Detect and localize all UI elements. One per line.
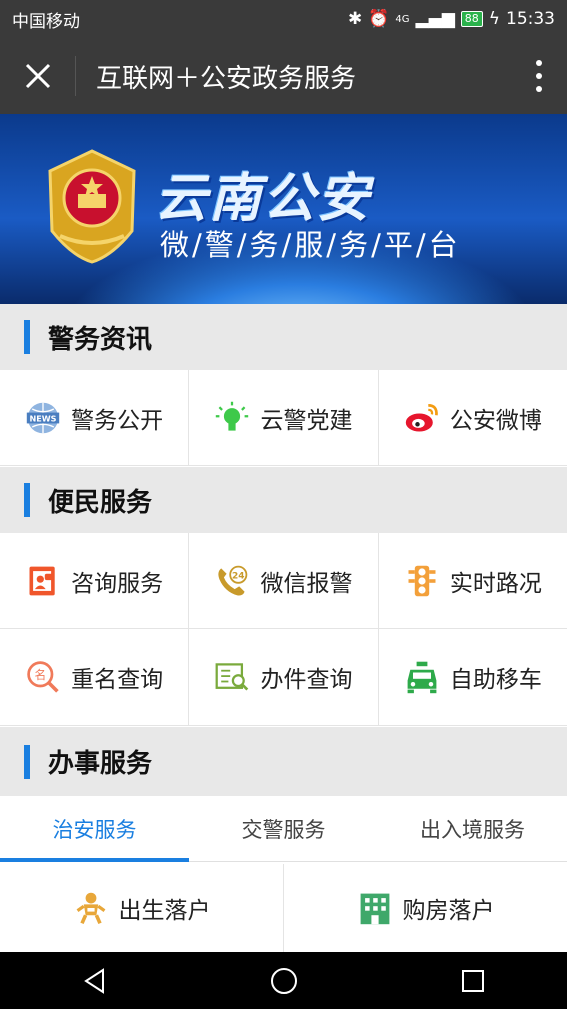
back-triangle-icon xyxy=(83,967,104,994)
title-bar: 互联网＋公安政务服务 xyxy=(0,38,567,114)
menu-item-label: 出生落户 xyxy=(118,898,211,924)
section-accent-bar xyxy=(24,320,30,354)
menu-item-label: 公安微博 xyxy=(449,407,542,434)
menu-item-wechat-alarm[interactable]: 24 微信报警 xyxy=(189,533,379,628)
lightbulb-icon xyxy=(216,401,249,431)
news-badge: NEWS xyxy=(30,413,57,423)
police-emblem-icon xyxy=(48,149,136,264)
menu-item-label: 咨询服务 xyxy=(71,570,164,597)
section-title: 警务资讯 xyxy=(48,324,153,355)
carrier-name: 中国移动 xyxy=(12,11,80,32)
menu-item-name-search[interactable]: 名 重名查询 xyxy=(0,629,190,725)
menu-item-label: 云警党建 xyxy=(260,407,353,434)
menu-item-label: 办件查询 xyxy=(260,667,353,693)
tab-exit-entry[interactable]: 出入境服务 xyxy=(378,796,567,861)
car-icon xyxy=(407,661,437,694)
home-circle-icon xyxy=(270,967,297,994)
tab-public-security[interactable]: 治安服务 xyxy=(0,796,189,862)
back-button[interactable] xyxy=(65,961,125,1001)
name-search-icon: 名 xyxy=(27,661,59,693)
clock: 15:33 xyxy=(506,9,555,29)
menu-item-police-weibo[interactable]: 公安微博 xyxy=(379,370,567,465)
hero-banner: 云南公安 微/警/务/服/务/平/台 xyxy=(0,114,567,304)
weibo-icon xyxy=(405,403,438,431)
menu-item-label: 购房落户 xyxy=(402,898,495,924)
section-header-affairs: 办事服务 xyxy=(0,727,567,796)
name-badge: 名 xyxy=(35,668,47,682)
section-accent-bar xyxy=(24,483,30,517)
menu-item-label: 微信报警 xyxy=(260,570,353,597)
page-title: 互联网＋公安政务服务 xyxy=(96,63,357,94)
signal-icon: ▂▄▆ xyxy=(415,9,455,29)
menu-item-house-registration[interactable]: 购房落户 xyxy=(284,864,567,952)
more-dot-icon xyxy=(536,60,542,66)
more-menu-button[interactable] xyxy=(511,60,567,92)
phone-badge: 24 xyxy=(233,571,246,581)
bluetooth-icon: ✱ xyxy=(348,9,363,29)
section-accent-bar xyxy=(24,744,30,779)
affairs-row: 出生落户 购房落户 xyxy=(0,864,567,952)
news-row: NEWS 警务公开 云警党建 公安微博 xyxy=(0,370,567,466)
phone-24-icon: 24 xyxy=(218,565,248,596)
recents-square-icon xyxy=(461,969,484,992)
menu-item-label: 实时路况 xyxy=(449,570,542,597)
section-title: 办事服务 xyxy=(48,749,153,779)
alarm-icon: ⏰ xyxy=(368,9,390,29)
network-type: 4G xyxy=(395,13,410,25)
traffic-light-icon xyxy=(408,565,436,596)
home-button[interactable] xyxy=(254,961,314,1001)
menu-item-birth-registration[interactable]: 出生落户 xyxy=(0,864,284,952)
service-tabs: 治安服务 交警服务 出入境服务 xyxy=(0,796,567,862)
baby-icon xyxy=(76,892,105,925)
section-header-service: 便民服务 xyxy=(0,467,567,533)
menu-item-label: 自助移车 xyxy=(449,667,542,693)
service-row-1: 咨询服务 24 微信报警 实时路况 xyxy=(0,533,567,629)
banner-subtitle: 微/警/务/服/务/平/台 xyxy=(160,228,461,262)
tab-traffic-police[interactable]: 交警服务 xyxy=(189,796,378,861)
consult-icon xyxy=(29,566,55,595)
service-row-2: 名 重名查询 办件查询 自助移车 xyxy=(0,629,567,726)
menu-item-move-car[interactable]: 自助移车 xyxy=(379,629,567,725)
section-title: 便民服务 xyxy=(48,487,153,518)
charging-icon: ϟ xyxy=(488,9,500,29)
banner-title: 云南公安 xyxy=(155,169,372,229)
document-search-icon xyxy=(216,663,249,691)
building-icon xyxy=(360,893,389,925)
menu-item-case-search[interactable]: 办件查询 xyxy=(189,629,379,725)
more-dot-icon xyxy=(536,86,542,92)
recents-button[interactable] xyxy=(443,961,503,1001)
close-button[interactable] xyxy=(0,56,76,96)
menu-item-label: 警务公开 xyxy=(71,407,164,434)
section-header-news: 警务资讯 xyxy=(0,304,567,370)
close-icon xyxy=(25,63,50,89)
news-icon: NEWS xyxy=(26,402,60,433)
more-dot-icon xyxy=(536,73,542,79)
menu-item-traffic[interactable]: 实时路况 xyxy=(379,533,567,628)
menu-item-label: 重名查询 xyxy=(71,667,164,693)
system-nav-bar xyxy=(0,952,567,1009)
battery-level: 88 xyxy=(460,11,483,27)
menu-item-police-affairs[interactable]: NEWS 警务公开 xyxy=(0,370,190,465)
menu-item-party-building[interactable]: 云警党建 xyxy=(189,370,379,465)
status-bar: 中国移动 ✱ ⏰ 4G ▂▄▆ 88 ϟ 15:33 xyxy=(0,0,567,38)
menu-item-consult[interactable]: 咨询服务 xyxy=(0,533,190,628)
